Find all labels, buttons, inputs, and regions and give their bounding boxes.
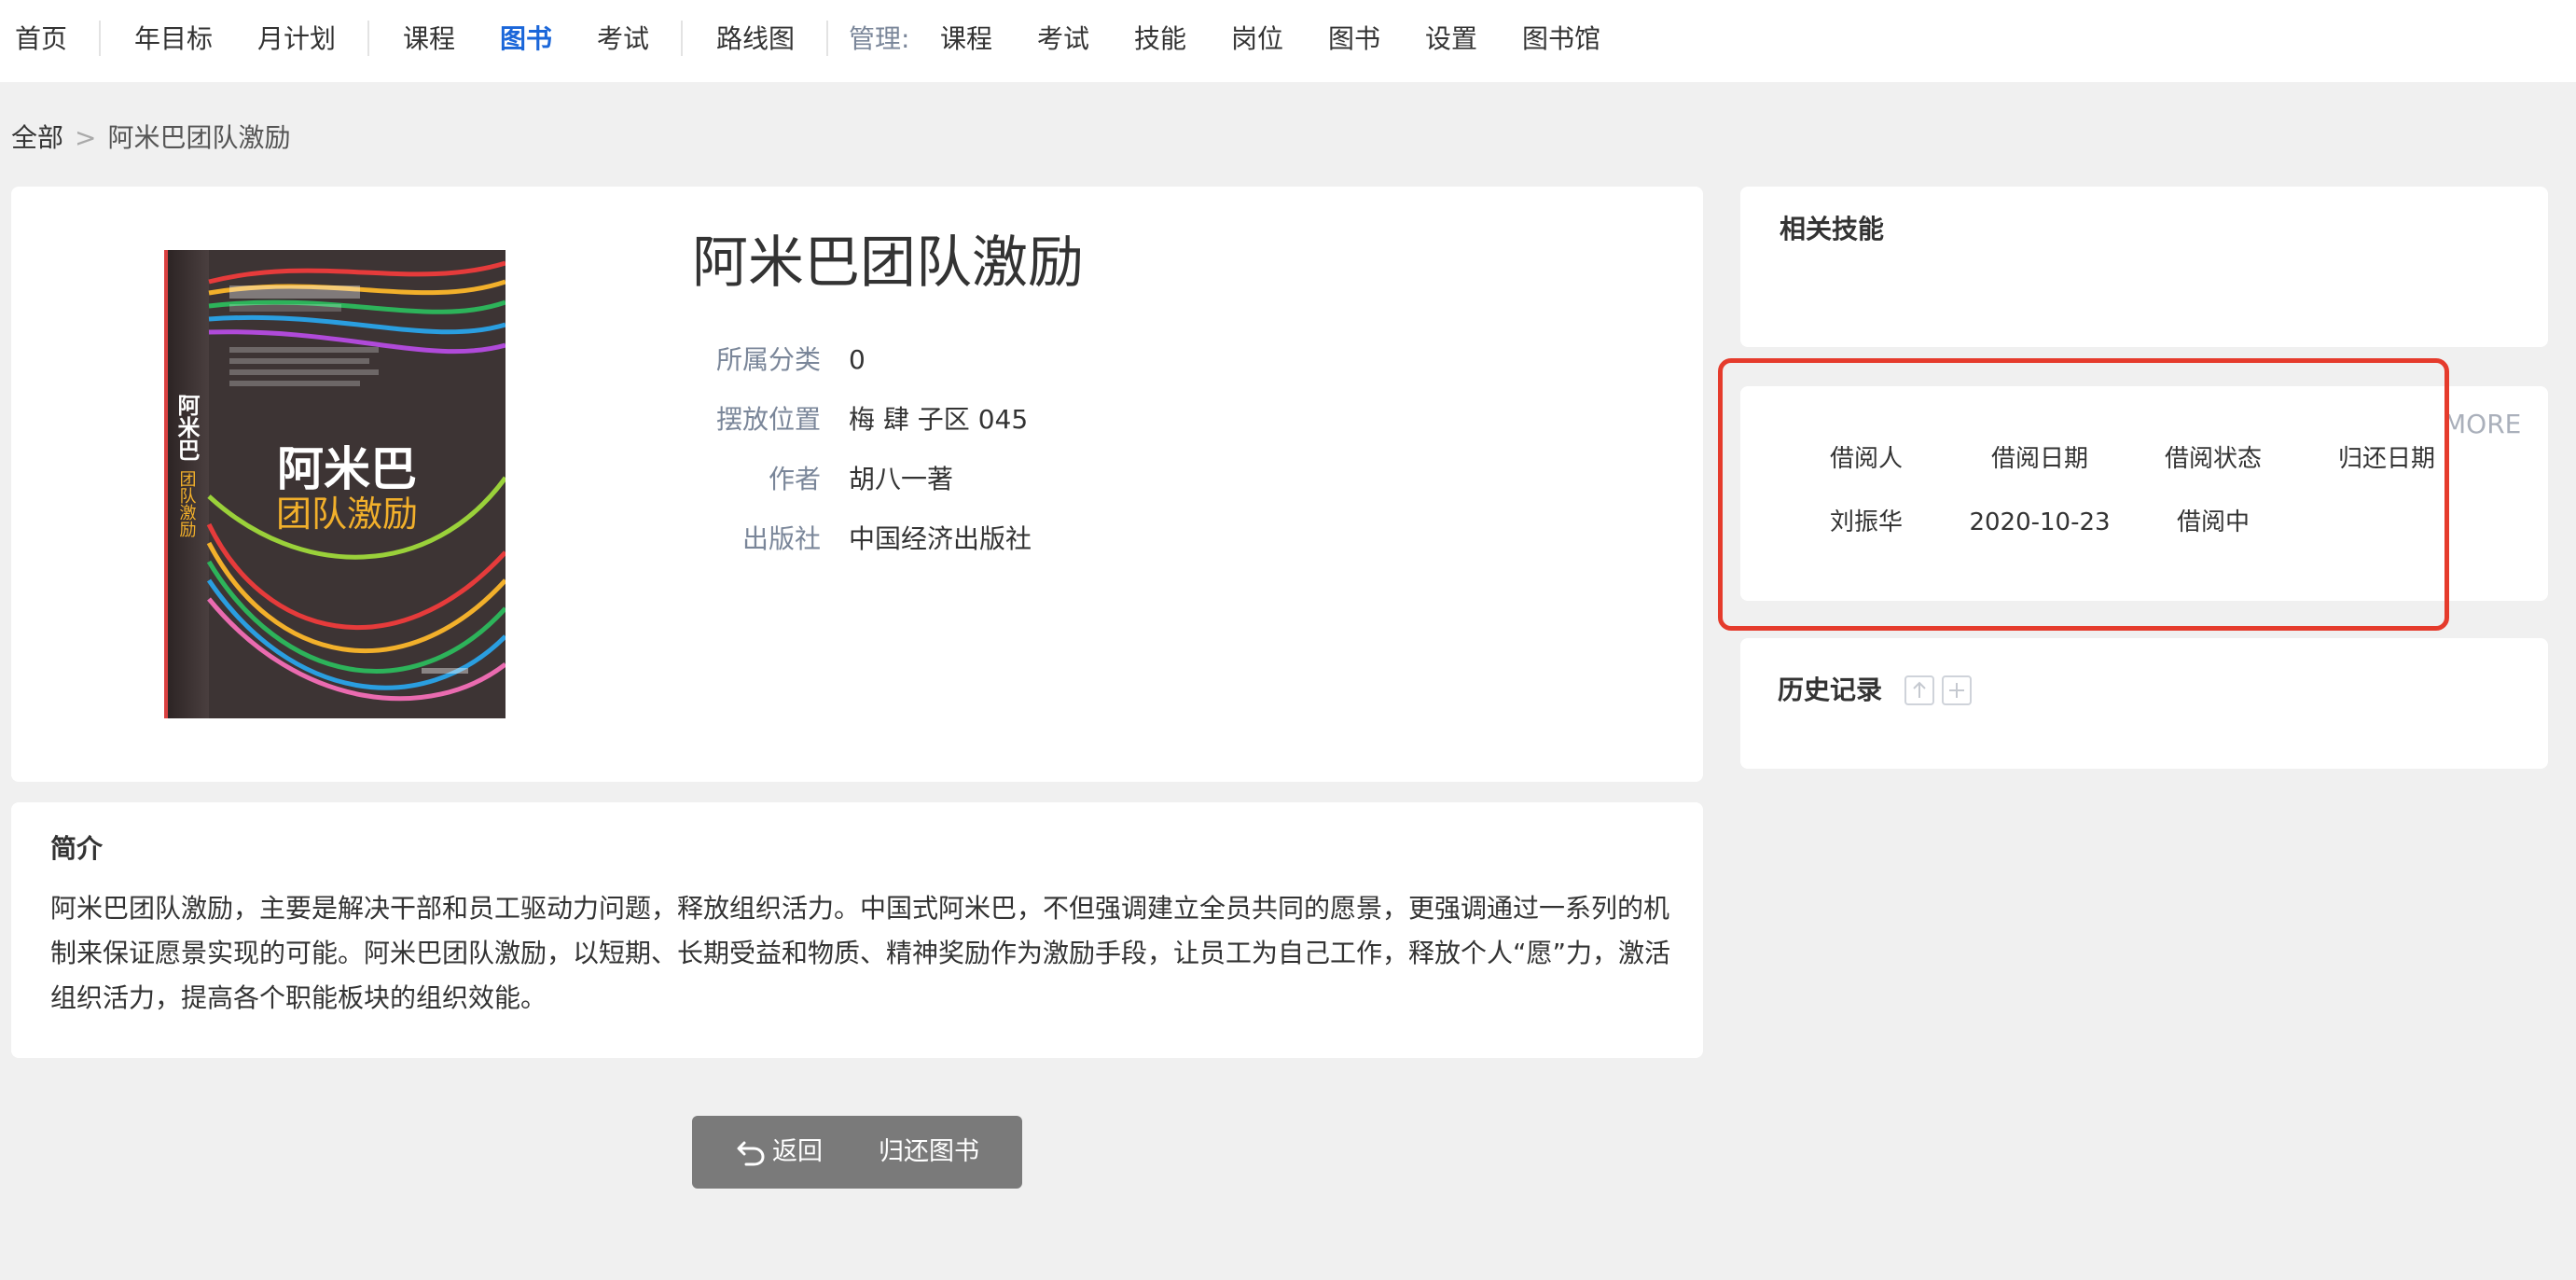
history-title: 历史记录	[1778, 675, 1883, 705]
book-cover-image: 阿米巴 团队激励 阿米巴 团队激励	[151, 244, 506, 722]
nav-item-annual-goals[interactable]: 年目标	[134, 21, 213, 58]
intro-title: 简介	[50, 833, 104, 864]
field-label: 摆放位置	[715, 404, 821, 435]
cell-borrower: 刘振华	[1829, 508, 1903, 536]
history-card: 历史记录	[1740, 638, 2548, 769]
spine-subtitle: 团队激励	[177, 470, 197, 538]
nav-manage-library[interactable]: 图书馆	[1522, 21, 1600, 58]
back-button-label: 返回	[772, 1137, 823, 1166]
book-title: 阿米巴团队激励	[692, 230, 1084, 296]
nav-item-roadmap[interactable]: 路线图	[716, 21, 795, 58]
intro-card: 简介 阿米巴团队激励，主要是解决干部和员工驱动力问题，释放组织活力。中国式阿米巴…	[11, 802, 1703, 1058]
return-book-button[interactable]: 归还图书	[879, 1116, 979, 1189]
undo-icon	[737, 1141, 765, 1166]
cover-title: 阿米巴	[277, 442, 417, 496]
nav-manage-exams[interactable]: 考试	[1037, 21, 1089, 58]
cover-subtitle: 团队激励	[276, 494, 418, 535]
breadcrumb-current: 阿米巴团队激励	[107, 122, 291, 153]
manage-label: 管理:	[849, 23, 910, 54]
nav-item-courses[interactable]: 课程	[403, 21, 455, 58]
nav-divider	[826, 21, 828, 56]
nav-manage-skills[interactable]: 技能	[1134, 21, 1186, 58]
related-skills-card: 相关技能	[1740, 187, 2548, 347]
intro-text: 阿米巴团队激励，主要是解决干部和员工驱动力问题，释放组织活力。中国式阿米巴，不但…	[50, 893, 1671, 1013]
nav-divider	[681, 21, 683, 56]
field-value: 胡八一著	[849, 464, 954, 494]
column-header-borrow-status: 借阅状态	[2164, 445, 2262, 473]
book-detail-card: 阿米巴 团队激励 阿米巴 团队激励 阿米巴团队激励 所属分类 0 摆放位置 梅 …	[11, 187, 1703, 782]
nav-item-monthly-plan[interactable]: 月计划	[257, 21, 336, 58]
field-label: 所属分类	[715, 344, 821, 375]
nav-item-books[interactable]: 图书	[500, 21, 552, 58]
nav-manage-positions[interactable]: 岗位	[1231, 21, 1283, 58]
field-label: 作者	[768, 464, 821, 494]
breadcrumb-separator: >	[75, 122, 97, 153]
nav-manage-books[interactable]: 图书	[1328, 21, 1380, 58]
more-link[interactable]: MORE	[2444, 409, 2521, 439]
borrow-records-card: MORE 借阅人 借阅日期 借阅状态 归还日期 刘振华 2020-10-23 借…	[1740, 386, 2548, 601]
top-nav: 首页 年目标 月计划 课程 图书 考试 路线图 管理: 课程 考试 技能 岗位 …	[0, 0, 2576, 82]
nav-item-home[interactable]: 首页	[15, 21, 67, 58]
field-label: 出版社	[741, 523, 821, 554]
nav-divider	[99, 21, 101, 56]
related-skills-title: 相关技能	[1780, 214, 1885, 244]
field-value: 梅 肆 子区 045	[849, 404, 1029, 435]
nav-manage-settings[interactable]: 设置	[1425, 21, 1477, 58]
back-button[interactable]: 返回	[735, 1116, 823, 1189]
breadcrumb-root[interactable]: 全部	[11, 122, 63, 153]
field-value: 0	[849, 344, 866, 375]
cell-borrow-date: 2020-10-23	[1969, 508, 2111, 536]
nav-manage-courses[interactable]: 课程	[940, 21, 992, 58]
action-button-group: 返回 归还图书	[692, 1116, 1022, 1189]
arrow-up-icon[interactable]	[1904, 675, 1934, 705]
column-header-borrower: 借阅人	[1829, 445, 1903, 473]
column-header-borrow-date: 借阅日期	[1990, 445, 2088, 473]
nav-item-exams[interactable]: 考试	[597, 21, 649, 58]
nav-divider	[367, 21, 369, 56]
spine-title: 阿米巴	[173, 394, 200, 461]
cell-borrow-status: 借阅中	[2176, 508, 2250, 536]
field-value: 中国经济出版社	[849, 523, 1032, 554]
column-header-return-date: 归还日期	[2337, 445, 2435, 473]
plus-icon[interactable]	[1942, 675, 1972, 705]
breadcrumb: 全部 > 阿米巴团队激励	[11, 119, 291, 157]
